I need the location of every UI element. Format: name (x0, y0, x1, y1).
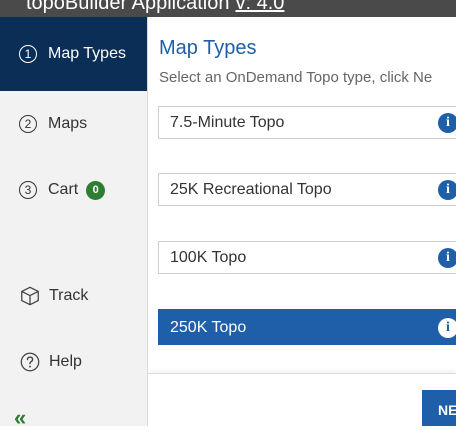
instructions-text: Select an OnDemand Topo type, click Ne (159, 69, 433, 86)
sidebar-item-help[interactable]: Help (0, 342, 147, 382)
info-icon[interactable]: i (438, 180, 456, 200)
app-title-text: topoBuilder Application (26, 0, 230, 14)
info-icon[interactable]: i (438, 113, 456, 133)
sidebar-nav: 1 Map Types 2 Maps 3 Cart 0 Track Help « (0, 17, 148, 430)
topo-option-25k-recreational[interactable]: 25K Recreational Topo i (158, 173, 456, 206)
topo-option-250k[interactable]: 250K Topo i (158, 309, 456, 345)
action-footer: NE (148, 373, 456, 426)
info-icon[interactable]: i (438, 318, 456, 338)
sidebar-item-track[interactable]: Track (0, 276, 147, 316)
sidebar-item-label: Track (49, 287, 89, 304)
sidebar-item-label: Map Types (48, 45, 126, 62)
step-number-2: 2 (19, 115, 37, 133)
topo-option-label: 25K Recreational Topo (170, 181, 332, 198)
topo-option-label: 100K Topo (170, 249, 247, 266)
sidebar-item-map-types[interactable]: 1 Map Types (0, 17, 147, 91)
topo-option-label: 250K Topo (170, 319, 247, 336)
next-button[interactable]: NE (422, 390, 456, 426)
sidebar-item-label: Cart (48, 181, 79, 198)
collapse-sidebar-icon[interactable]: « (14, 405, 26, 431)
sidebar-item-label: Maps (48, 115, 88, 132)
step-number-1: 1 (19, 45, 37, 63)
topo-option-7-5-minute[interactable]: 7.5-Minute Topo i (158, 106, 456, 139)
main-panel: Map Types Select an OnDemand Topo type, … (148, 17, 456, 426)
sidebar-item-label: Help (49, 353, 82, 370)
app-version-link[interactable]: v: 4.0 (235, 0, 284, 14)
page-title: Map Types (159, 37, 257, 59)
help-circle-icon (20, 352, 40, 372)
app-titlebar: topoBuilder Application v: 4.0 (0, 0, 456, 17)
cart-count-badge: 0 (86, 180, 106, 200)
sidebar-item-cart[interactable]: 3 Cart 0 (0, 170, 147, 210)
sidebar-item-maps[interactable]: 2 Maps (0, 104, 147, 144)
info-icon[interactable]: i (438, 248, 456, 268)
app-title: topoBuilder Application v: 4.0 (26, 0, 284, 15)
cube-icon (21, 286, 39, 306)
topo-option-label: 7.5-Minute Topo (170, 114, 285, 131)
step-number-3: 3 (19, 181, 37, 199)
topo-option-100k[interactable]: 100K Topo i (158, 241, 456, 274)
